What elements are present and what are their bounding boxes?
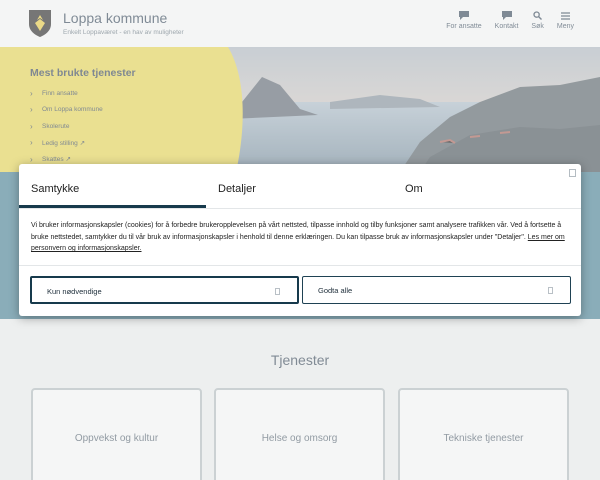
consent-text: Vi bruker informasjonskapsler (cookies) … [31, 222, 565, 252]
tab-samtykke[interactable]: Samtykke [31, 183, 79, 195]
checkbox-icon [275, 288, 280, 295]
text-divider [19, 265, 581, 266]
checkbox-icon [548, 287, 553, 294]
tab-om[interactable]: Om [405, 183, 423, 195]
necessary-only-button[interactable]: Kun nødvendige [30, 276, 299, 304]
cookie-consent-dialog: Samtykke Detaljer Om Vi bruker informasj… [19, 164, 581, 316]
tab-detaljer[interactable]: Detaljer [218, 183, 256, 195]
accept-all-button[interactable]: Godta alle [302, 276, 571, 304]
consent-tabs: Samtykke Detaljer Om [19, 164, 581, 208]
tab-divider [19, 208, 581, 209]
